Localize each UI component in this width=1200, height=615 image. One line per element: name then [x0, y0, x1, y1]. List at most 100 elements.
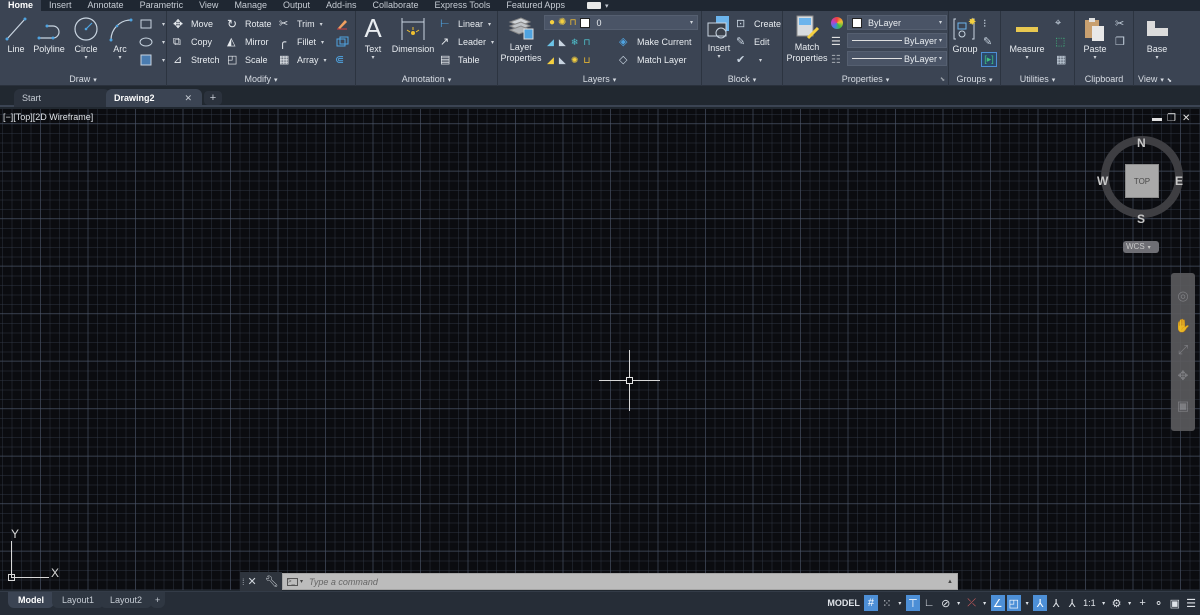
panel-title-draw[interactable]: Draw ▾	[0, 74, 166, 84]
layer-off-icon[interactable]: ◢	[547, 37, 554, 48]
tab-view[interactable]: View	[191, 0, 226, 11]
panel-title-view[interactable]: View ▾ ⬊	[1134, 74, 1200, 84]
lineweight-dropdown[interactable]: ByLayer ▾	[847, 33, 947, 48]
chevron-down-icon[interactable]: ▾	[72, 55, 100, 61]
cut-icon[interactable]: ✂	[1115, 17, 1124, 30]
layer-unlock-icon[interactable]: ⊔	[583, 55, 590, 66]
paste-button[interactable]: Paste ▾	[1081, 16, 1109, 61]
offset-button[interactable]: ⋐	[335, 53, 353, 67]
panel-title-clipboard[interactable]: Clipboard	[1075, 74, 1133, 84]
workspace-gear-icon[interactable]: ⚙	[1110, 595, 1124, 611]
copy-clip-icon[interactable]: ❐	[1115, 35, 1125, 48]
trim-button[interactable]: ✂ Trim ▾	[279, 17, 323, 31]
pan-hand-icon[interactable]: ✋	[1174, 317, 1192, 335]
move-button[interactable]: ✥ Move	[173, 17, 213, 31]
layer-properties-button[interactable]: Layer Properties	[500, 14, 542, 64]
panel-title-modify[interactable]: Modify ▾	[167, 74, 355, 84]
annotation-visibility-icon[interactable]: ⅄	[1033, 595, 1048, 611]
tab-manage[interactable]: Manage	[226, 0, 275, 11]
base-button[interactable]: Base ▾	[1142, 16, 1172, 61]
group-selection-icon[interactable]: [▸]	[981, 52, 997, 67]
polyline-button[interactable]: Polyline	[31, 16, 67, 55]
chevron-down-icon[interactable]: ▾	[1081, 55, 1109, 61]
layer-dropdown[interactable]: ● ✺ ⊓ 0 ▾	[544, 15, 698, 30]
match-properties-button[interactable]: Match Properties	[785, 14, 829, 64]
tab-featured-apps[interactable]: Featured Apps	[498, 0, 573, 11]
viewport-controls-label[interactable]: [−][Top][2D Wireframe]	[3, 112, 93, 122]
annotation-monitor-icon[interactable]: +	[1136, 595, 1150, 611]
chevron-down-icon[interactable]: ▾	[1100, 595, 1108, 611]
chevron-down-icon[interactable]: ▾	[955, 595, 963, 611]
linear-button[interactable]: ⊢ Linear ▾	[440, 17, 491, 31]
measure-button[interactable]: Measure ▾	[1007, 16, 1047, 61]
circle-button[interactable]: Circle ▾	[72, 16, 100, 61]
color-dropdown[interactable]: ByLayer ▾	[847, 15, 947, 30]
chevron-down-icon[interactable]: ▾	[896, 595, 904, 611]
tab-express-tools[interactable]: Express Tools	[427, 0, 499, 11]
chevron-down-icon[interactable]: ▾	[300, 578, 303, 585]
panel-title-layers[interactable]: Layers ▾	[498, 74, 701, 84]
tab-add-ins[interactable]: Add-ins	[318, 0, 365, 11]
scale-button[interactable]: ◰ Scale	[227, 53, 268, 67]
array-button[interactable]: ▦ Array ▾	[279, 53, 327, 67]
tab-insert[interactable]: Insert	[41, 0, 80, 11]
mirror-button[interactable]: ◭ Mirror	[227, 35, 269, 49]
command-line-handle[interactable]: ⁞ ✕ 🔧︎	[240, 572, 282, 591]
rectangle-button[interactable]: ▾	[139, 17, 165, 31]
minimize-viewport-icon[interactable]: ▬	[1152, 113, 1162, 124]
chevron-down-icon[interactable]: ▾	[360, 55, 386, 61]
new-tab-button[interactable]: +	[204, 91, 222, 105]
layer-unisolate-icon[interactable]: ◣	[559, 55, 566, 66]
match-layer-button[interactable]: ◇ Match Layer	[619, 53, 687, 67]
block-attributes-button[interactable]: ✔ ▾	[736, 53, 762, 67]
layer-lock-icon[interactable]: ⊓	[583, 37, 590, 48]
linetype-dropdown[interactable]: ByLayer ▾	[847, 51, 947, 66]
zoom-extents-icon[interactable]: ⤢	[1174, 341, 1192, 359]
steering-wheel-icon[interactable]: ◎	[1174, 287, 1192, 305]
snap-icon[interactable]: ⁙	[880, 595, 894, 611]
line-button[interactable]: Line	[4, 16, 28, 55]
file-tab-start[interactable]: Start	[14, 89, 110, 107]
copy-button[interactable]: ⧉ Copy	[173, 35, 212, 49]
command-input[interactable]: >_ ▾ Type a command ▲	[282, 573, 958, 590]
layout-tab-layout1[interactable]: Layout1	[52, 592, 105, 608]
ortho-icon[interactable]: ∟	[922, 595, 937, 611]
clean-screen-icon[interactable]: ▣	[1168, 595, 1182, 611]
panel-title-groups[interactable]: Groups ▾	[949, 74, 1000, 84]
explode-button[interactable]	[335, 35, 353, 49]
chevron-down-icon[interactable]: ▾	[1142, 55, 1172, 61]
layer-thaw-icon[interactable]: ✺	[571, 55, 579, 66]
make-current-button[interactable]: ◈ Make Current	[619, 35, 692, 49]
quick-select-icon[interactable]: ⌖	[1055, 17, 1061, 30]
isodraft-icon[interactable]: ⤫	[965, 595, 979, 611]
tab-parametric[interactable]: Parametric	[132, 0, 192, 11]
add-layout-button[interactable]: +	[150, 592, 166, 608]
compass-north[interactable]: N	[1137, 136, 1146, 150]
compass-west[interactable]: W	[1097, 174, 1108, 188]
rotate-button[interactable]: ↻ Rotate	[227, 17, 272, 31]
wcs-dropdown[interactable]: WCS ▾	[1123, 241, 1159, 253]
drag-handle-icon[interactable]: ⁞	[242, 577, 245, 587]
erase-button[interactable]	[335, 17, 353, 31]
arc-button[interactable]: Arc ▾	[106, 16, 134, 61]
tab-collaborate[interactable]: Collaborate	[365, 0, 427, 11]
ungroup-icon[interactable]: ⁝	[983, 17, 987, 30]
drawing-canvas[interactable]: [−][Top][2D Wireframe] ▬ ❐ ✕ TOP N S W E…	[0, 109, 1200, 590]
table-button[interactable]: ▤ Table	[440, 53, 480, 67]
calculator-icon[interactable]: ▦	[1056, 53, 1066, 66]
ribbon-minimize-icon[interactable]	[586, 2, 601, 9]
panel-title-properties[interactable]: Properties ▾	[783, 74, 948, 84]
dimension-button[interactable]: Dimension	[391, 16, 435, 55]
dynamic-input-icon[interactable]: ⊤	[905, 595, 920, 611]
group-button[interactable]: ✸ Group	[951, 16, 979, 55]
object-snap-icon[interactable]: ◰	[1006, 595, 1022, 611]
chevron-down-icon[interactable]: ▾	[1023, 595, 1031, 611]
chevron-down-icon[interactable]: ▾	[1007, 55, 1047, 61]
layer-on-icon[interactable]: ◢	[547, 55, 554, 66]
isolate-objects-icon[interactable]: ⚬	[1152, 595, 1166, 611]
grid-icon[interactable]: #	[863, 595, 878, 611]
insert-button[interactable]: Insert ▾	[705, 15, 733, 60]
orbit-icon[interactable]: ✥	[1174, 367, 1192, 385]
chevron-down-icon[interactable]: ▾	[981, 595, 989, 611]
customization-menu-icon[interactable]: ☰	[1184, 595, 1198, 611]
